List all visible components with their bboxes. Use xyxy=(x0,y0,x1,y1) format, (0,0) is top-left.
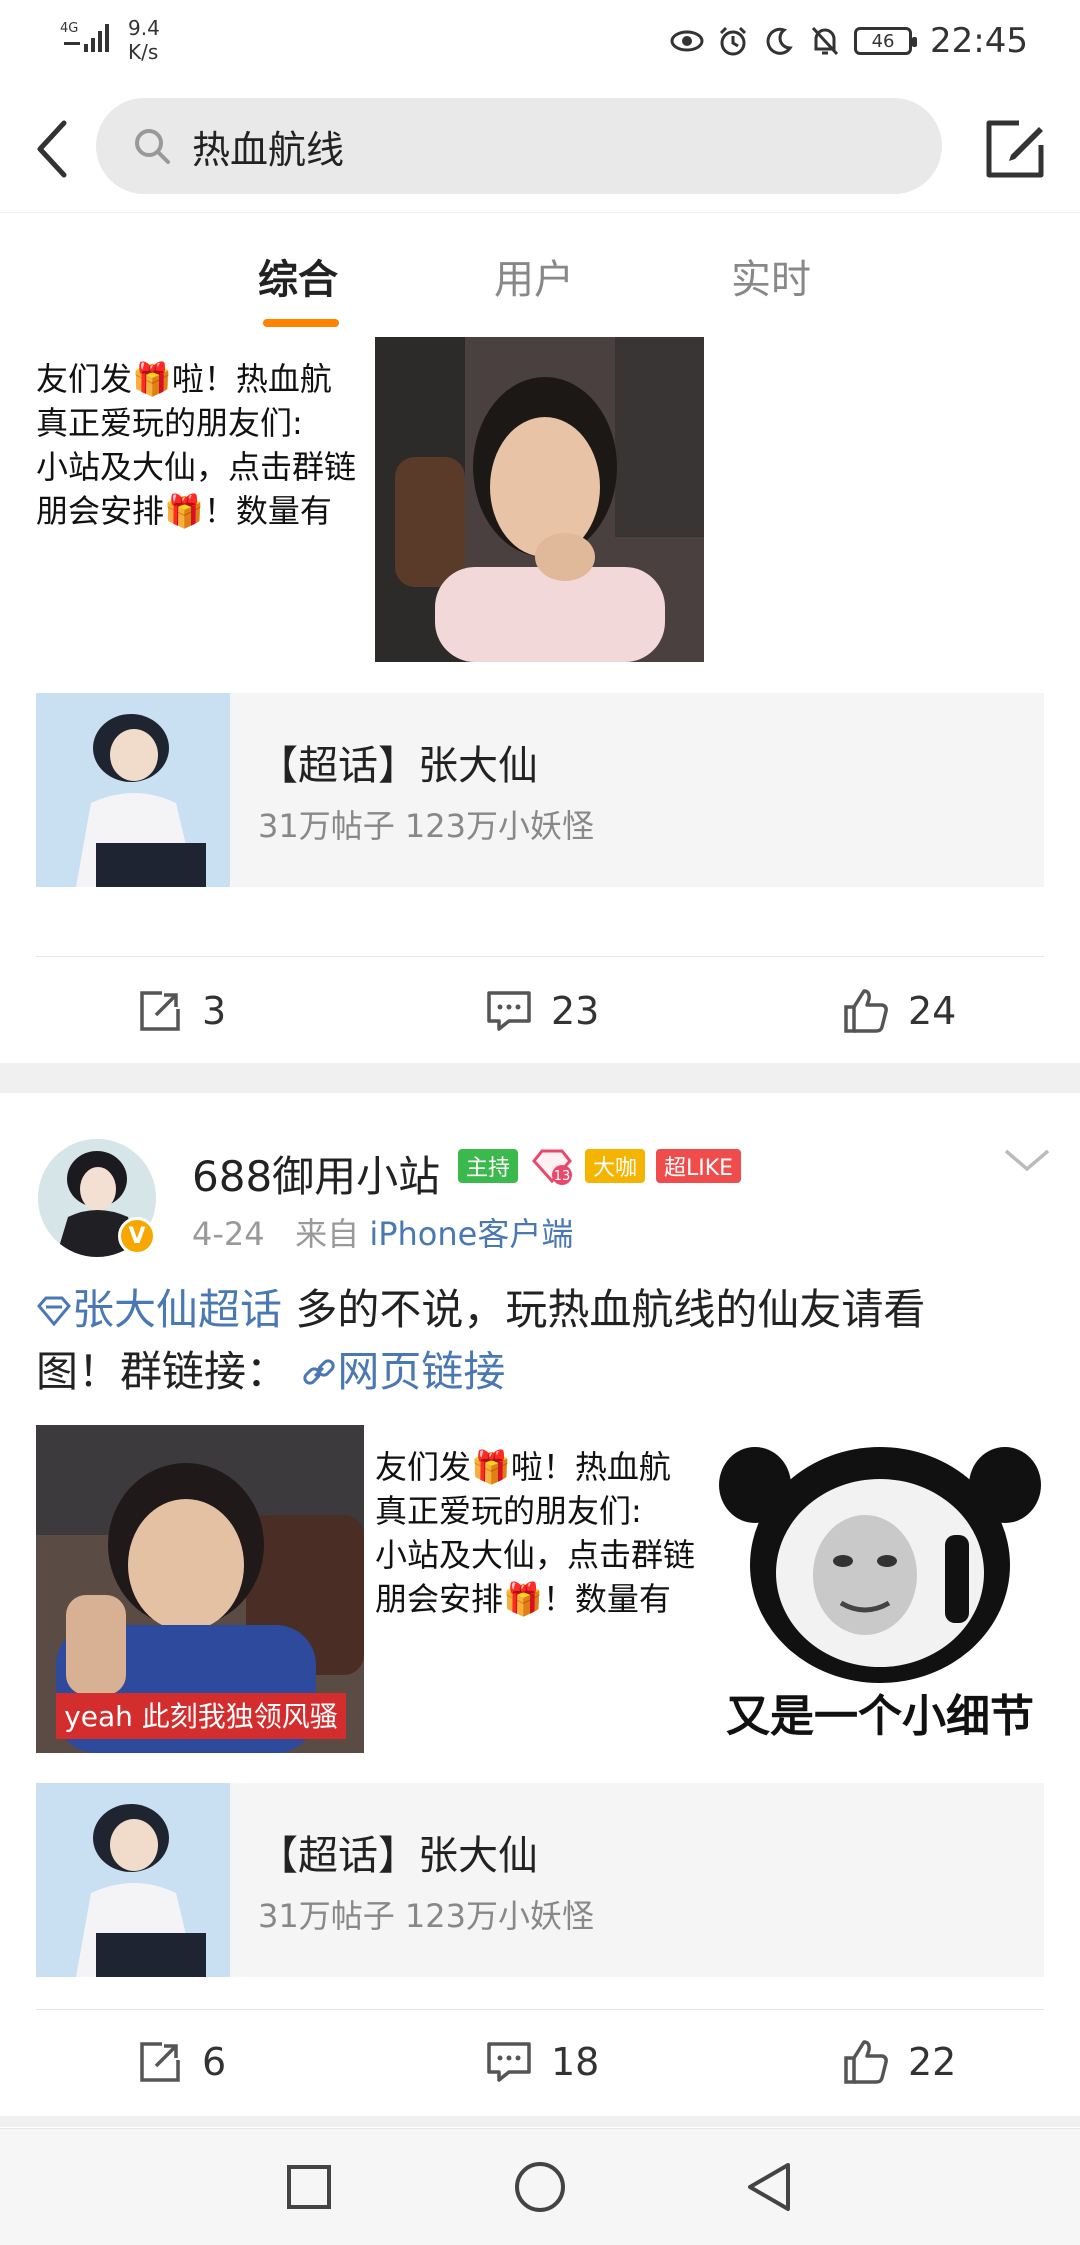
username[interactable]: 688御用小站 xyxy=(192,1143,440,1204)
clock: 22:45 xyxy=(930,21,1028,61)
topic-link[interactable]: 张大仙超话 xyxy=(36,1285,282,1334)
topic-meta: 31万帖子 123万小妖怪 xyxy=(258,1897,594,1935)
post1-image-text[interactable]: 友们发🎁啦！热血航 真正爱玩的朋友们: 小站及大仙，点击群链 朋会安排🎁！数量有 xyxy=(36,357,366,557)
post2-image-1[interactable]: yeah 此刻我独领风骚 xyxy=(36,1425,364,1753)
verified-badge: V xyxy=(118,1217,156,1255)
system-back-button[interactable] xyxy=(740,2157,800,2217)
like-button[interactable]: 22 xyxy=(842,2038,956,2086)
thumbs-up-icon xyxy=(844,2040,888,2084)
diamond-level-icon: 13 xyxy=(532,1149,572,1185)
repost-button[interactable]: 6 xyxy=(136,2038,226,2086)
super-like-badge: 超LIKE xyxy=(656,1149,742,1183)
meme-caption: 又是一个小细节 xyxy=(726,1691,1034,1742)
comment-button[interactable]: 23 xyxy=(485,987,599,1035)
host-badge: 主持 xyxy=(458,1149,519,1183)
search-icon xyxy=(135,129,170,164)
super-topic-icon xyxy=(37,1296,71,1327)
post-separator xyxy=(0,1063,1080,1093)
post-source[interactable]: iPhone客户端 xyxy=(369,1215,573,1253)
home-button[interactable] xyxy=(510,2157,570,2217)
system-nav-bar xyxy=(0,2128,1080,2245)
moon-icon xyxy=(762,24,796,58)
network-type: 4G xyxy=(60,21,78,36)
search-bar[interactable]: 热血航线 xyxy=(96,98,942,194)
back-button[interactable] xyxy=(20,108,84,190)
status-bar: 4G 9.4 K/s 46 22:45 xyxy=(0,0,1080,84)
alarm-icon xyxy=(716,24,750,58)
chevron-down-icon[interactable] xyxy=(1002,1145,1052,1175)
tab-realtime[interactable]: 实时 xyxy=(731,247,811,305)
search-header: 热血航线 xyxy=(0,84,1080,212)
signal-icon: 4G xyxy=(60,21,109,52)
back-arrow-icon xyxy=(37,120,67,178)
search-query: 热血航线 xyxy=(192,127,345,172)
post1-topic-card[interactable]: 【超话】张大仙 31万帖子 123万小妖怪 xyxy=(36,693,1044,887)
battery-indicator: 46 xyxy=(854,27,918,55)
repost-button[interactable]: 3 xyxy=(136,987,226,1035)
post1-photo[interactable] xyxy=(375,337,704,662)
post2-image-2[interactable]: 友们发🎁啦！热血航 真正爱玩的朋友们: 小站及大仙，点击群链 朋会安排🎁！数量有 xyxy=(375,1445,705,1645)
square-icon xyxy=(287,2165,331,2209)
compose-button[interactable] xyxy=(982,114,1050,182)
level-badge: 13 xyxy=(530,1147,574,1187)
post-date: 4-24 xyxy=(192,1215,265,1253)
like-button[interactable]: 24 xyxy=(842,987,956,1035)
network-speed: 9.4 K/s xyxy=(128,16,160,64)
image-caption: yeah 此刻我独领风骚 xyxy=(64,1700,338,1733)
source-label: 来自 xyxy=(295,1215,360,1253)
topic-title: 【超话】张大仙 xyxy=(258,1833,538,1879)
recents-button[interactable] xyxy=(279,2157,339,2217)
topic-meta: 31万帖子 123万小妖怪 xyxy=(258,807,594,845)
topic-title: 【超话】张大仙 xyxy=(258,743,538,789)
topic-thumbnail xyxy=(36,1783,230,1977)
mute-bell-icon xyxy=(808,24,842,58)
circle-icon xyxy=(515,2162,565,2212)
link-icon xyxy=(303,1359,335,1385)
thumbs-up-icon xyxy=(844,989,888,1033)
eye-icon xyxy=(670,24,704,58)
post-body: 张大仙超话 多的不说，玩热血航线的仙友请看 图！群链接： 网页链接 xyxy=(36,1285,926,1396)
repost-icon xyxy=(140,2042,180,2082)
post2-action-bar: 6 18 22 xyxy=(0,2010,1080,2120)
topic-thumbnail xyxy=(36,693,230,887)
search-tabs: 综合 用户 实时 xyxy=(0,212,1080,338)
comment-icon xyxy=(487,2042,531,2082)
post2-image-3[interactable]: 又是一个小细节 xyxy=(715,1425,1045,1753)
post-separator xyxy=(0,2116,1080,2127)
edit-icon xyxy=(986,120,1044,178)
vip-badge: 大咖 xyxy=(585,1149,646,1183)
search-results-feed[interactable]: 友们发🎁啦！热血航 真正爱玩的朋友们: 小站及大仙，点击群链 朋会安排🎁！数量有 xyxy=(0,337,1080,2127)
repost-icon xyxy=(140,991,180,1031)
comment-button[interactable]: 18 xyxy=(485,2038,599,2086)
post-meta: 4-24 来自 iPhone客户端 xyxy=(192,1209,573,1255)
triangle-back-icon xyxy=(748,2163,790,2211)
tab-users[interactable]: 用户 xyxy=(494,247,574,305)
svg-text:13: 13 xyxy=(554,1169,571,1184)
web-link[interactable]: 网页链接 xyxy=(301,1347,505,1396)
post1-action-bar: 3 23 24 xyxy=(0,957,1080,1067)
tab-comprehensive[interactable]: 综合 xyxy=(258,247,338,305)
post2-topic-card[interactable]: 【超话】张大仙 31万帖子 123万小妖怪 xyxy=(36,1783,1044,1977)
comment-icon xyxy=(487,991,531,1031)
active-tab-indicator xyxy=(263,319,339,327)
